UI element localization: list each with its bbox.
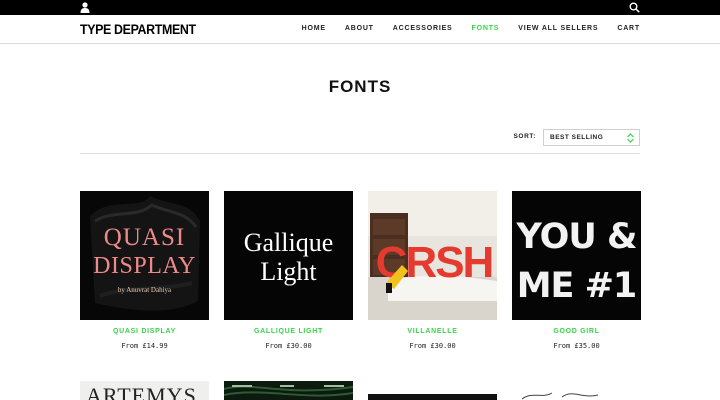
sort-label: SORT: <box>513 133 536 140</box>
product-price: From £14.99 <box>121 342 168 350</box>
product-image-row2-3[interactable]: ABC <box>368 381 497 400</box>
product-image[interactable]: Gallique Light <box>224 191 353 320</box>
nav-about[interactable]: ABOUT <box>345 25 374 32</box>
site-logo[interactable]: TYPE DEPARTMENT <box>80 22 196 37</box>
nav-fonts[interactable]: FONTS <box>472 25 500 32</box>
nav-home[interactable]: HOME <box>302 25 326 32</box>
art-line-1: ABC <box>372 392 399 400</box>
nav-view-all-sellers[interactable]: VIEW ALL SELLERS <box>518 25 598 32</box>
art-line-2: ME #1 <box>517 266 637 306</box>
sort-divider <box>80 153 640 154</box>
sort-selected-value: BEST SELLING <box>550 134 604 141</box>
art-line-1: ARTEMYS <box>86 383 197 400</box>
art-line-2: DISPLAY <box>93 253 196 279</box>
product-price: From £35.00 <box>553 342 600 350</box>
art-line-1: QUASI <box>104 224 185 251</box>
select-arrows-icon <box>627 133 634 143</box>
sort-select[interactable]: BEST SELLING <box>543 129 640 146</box>
product-image-row2-1[interactable]: ARTEMYS <box>80 381 209 400</box>
product-image[interactable]: YOU & ME #1 <box>512 191 641 320</box>
product-name[interactable]: VILLANELLE <box>368 328 497 335</box>
product-card-good-girl[interactable]: YOU & ME #1 GOOD GIRL From £35.00 <box>512 191 641 350</box>
product-price: From £30.00 <box>265 342 312 350</box>
nav-cart[interactable]: CART <box>617 25 640 32</box>
product-name[interactable]: GALLIQUE LIGHT <box>224 328 353 335</box>
product-image[interactable]: QUASI DISPLAY by Anuvrat Dahiya <box>80 191 209 320</box>
product-card-gallique-light[interactable]: Gallique Light GALLIQUE LIGHT From £30.0… <box>224 191 353 350</box>
nav-accessories[interactable]: ACCESSORIES <box>393 25 453 32</box>
art-line-1: YOU & <box>516 217 637 257</box>
search-icon[interactable] <box>629 2 640 13</box>
site-header: TYPE DEPARTMENT HOME ABOUT ACCESSORIES F… <box>0 15 720 44</box>
product-name[interactable]: QUASI DISPLAY <box>80 328 209 335</box>
product-image-row2-2[interactable] <box>224 381 353 400</box>
account-icon[interactable] <box>80 2 90 13</box>
art-line-2: Light <box>260 257 317 286</box>
page-title: FONTS <box>328 77 392 96</box>
product-card-quasi-display[interactable]: QUASI DISPLAY by Anuvrat Dahiya QUASI DI… <box>80 191 209 350</box>
product-image-row2-4[interactable] <box>512 381 641 400</box>
top-bar <box>0 0 720 15</box>
main-nav: HOME ABOUT ACCESSORIES FONTS VIEW ALL SE… <box>283 25 640 32</box>
art-line-1: Gallique <box>244 228 334 257</box>
sort-row: SORT: BEST SELLING <box>80 129 640 146</box>
product-name[interactable]: GOOD GIRL <box>512 328 641 335</box>
product-card-villanelle[interactable]: CRSH VILLANELLE From £30.00 <box>368 191 497 350</box>
art-credit: by Anuvrat Dahiya <box>118 286 172 294</box>
product-image[interactable]: CRSH <box>368 191 497 320</box>
product-price: From £30.00 <box>409 342 456 350</box>
